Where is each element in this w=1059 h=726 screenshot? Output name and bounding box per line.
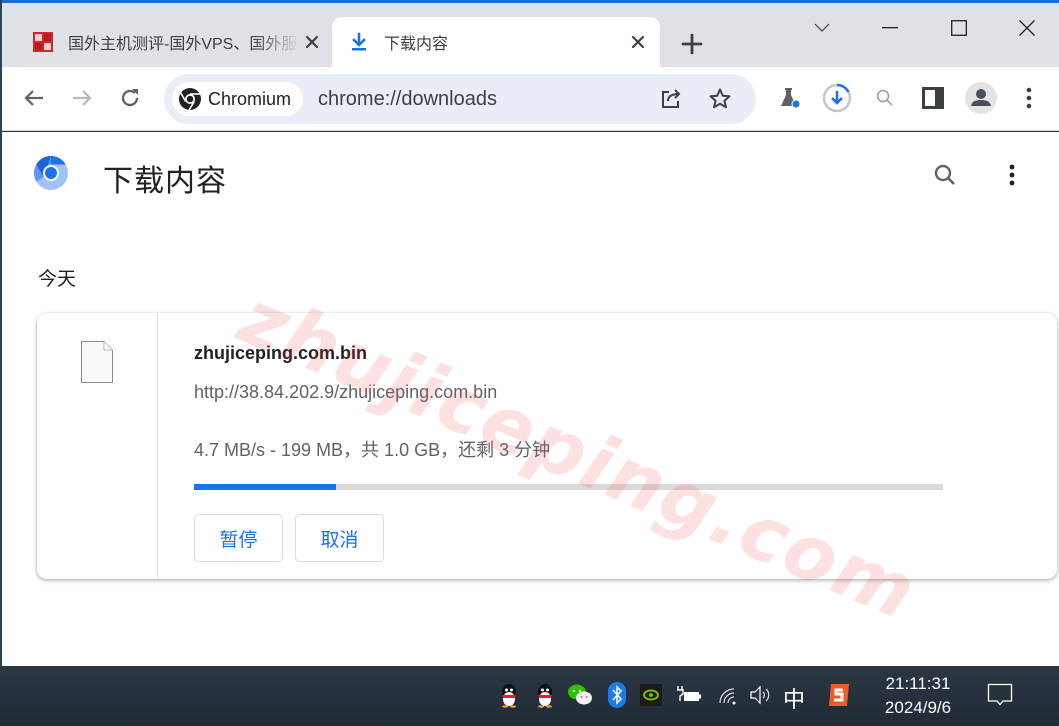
tab-title: 国外主机测评-国外VPS、国外服务器 xyxy=(68,36,300,53)
close-tab-icon[interactable] xyxy=(626,30,650,54)
battery-charging-icon[interactable] xyxy=(673,680,703,710)
system-clock[interactable]: 21:11:31 2024/9/6 xyxy=(876,672,960,720)
wifi-icon[interactable] xyxy=(713,680,743,710)
labs-button[interactable] xyxy=(772,81,806,115)
cancel-button[interactable]: 取消 xyxy=(295,514,384,562)
pause-button[interactable]: 暂停 xyxy=(194,514,283,562)
back-icon xyxy=(24,90,43,106)
forward-icon xyxy=(73,90,92,106)
side-panel-icon xyxy=(922,87,944,109)
downloads-menu-button[interactable] xyxy=(996,158,1028,192)
downloads-page: 下载内容 今天 zhujiceping.com.bin http://38.84… xyxy=(0,132,1059,666)
notification-icon xyxy=(987,683,1013,706)
download-item-card: zhujiceping.com.bin http://38.84.202.9/z… xyxy=(37,313,1057,579)
share-icon xyxy=(662,89,681,108)
bookmark-button[interactable] xyxy=(703,82,737,116)
search-downloads-button[interactable] xyxy=(928,158,962,192)
chevron-down-icon xyxy=(814,23,830,32)
share-button[interactable] xyxy=(654,82,688,116)
page-title: 下载内容 xyxy=(103,165,227,198)
profile-icon xyxy=(965,82,997,114)
ime-indicator[interactable]: 中 xyxy=(783,682,805,714)
clock-time: 21:11:31 xyxy=(885,674,951,693)
file-name-link[interactable]: zhujiceping.com.bin xyxy=(194,343,367,364)
plus-icon xyxy=(681,33,703,55)
file-source-url[interactable]: http://38.84.202.9/zhujiceping.com.bin xyxy=(194,382,497,403)
close-icon xyxy=(1019,20,1035,36)
window-left-edge xyxy=(0,0,2,666)
nvidia-icon[interactable] xyxy=(636,680,666,710)
chrome-menu-button[interactable] xyxy=(1012,81,1046,115)
tab-title: 下载内容 xyxy=(384,36,449,53)
new-tab-button[interactable] xyxy=(678,30,706,58)
zoom-button[interactable] xyxy=(868,81,902,115)
url-text[interactable]: chrome://downloads xyxy=(318,88,497,111)
volume-icon[interactable] xyxy=(746,680,776,710)
minimize-button[interactable] xyxy=(867,11,913,45)
clock-date: 2024/9/6 xyxy=(884,698,952,717)
download-progress-bar xyxy=(194,484,943,490)
wechat-icon[interactable] xyxy=(565,680,595,710)
download-status-text: 4.7 MB/s - 199 MB，共 1.0 GB，还剩 3 分钟 xyxy=(194,440,551,460)
reload-button[interactable] xyxy=(113,81,147,115)
qq-icon[interactable] xyxy=(530,680,560,710)
site-chip-label: Chromium xyxy=(208,88,292,109)
downloads-button[interactable] xyxy=(820,81,854,115)
file-icon xyxy=(81,341,113,383)
minimize-icon xyxy=(882,27,898,29)
sogou-icon[interactable] xyxy=(824,680,854,710)
tab-zhujiceping[interactable]: 国外主机测评-国外VPS、国外服务器 xyxy=(16,17,334,67)
address-bar[interactable]: Chromium chrome://downloads xyxy=(164,74,756,124)
download-progress-icon xyxy=(822,83,852,113)
forward-button[interactable] xyxy=(65,81,99,115)
tab-search-button[interactable] xyxy=(799,11,845,45)
zoom-icon xyxy=(876,89,893,106)
bookmark-star-icon xyxy=(709,88,731,109)
maximize-button[interactable] xyxy=(936,11,982,45)
card-divider xyxy=(157,313,158,579)
bluetooth-icon[interactable] xyxy=(602,680,632,710)
side-panel-button[interactable] xyxy=(916,81,950,115)
chromium-logo-icon xyxy=(179,88,201,111)
close-window-button[interactable] xyxy=(1004,11,1050,45)
download-progress-fill xyxy=(194,484,337,490)
tab-strip: 国外主机测评-国外VPS、国外服务器 下载内容 xyxy=(0,3,1059,67)
date-section-label: 今天 xyxy=(38,269,77,290)
download-icon xyxy=(348,31,370,53)
notification-center-button[interactable] xyxy=(985,680,1015,710)
reload-icon xyxy=(121,89,139,107)
browser-toolbar: Chromium chrome://downloads xyxy=(0,67,1059,131)
site-chip[interactable]: Chromium xyxy=(172,82,304,116)
windows-taskbar: 中 21:11:31 2024/9/6 xyxy=(0,666,1059,726)
tab-downloads[interactable]: 下载内容 xyxy=(332,17,660,67)
chromium-logo-icon xyxy=(34,156,68,190)
labs-flask-icon xyxy=(781,88,801,109)
profile-button[interactable] xyxy=(964,81,998,115)
site-seal-icon xyxy=(32,31,54,53)
maximize-icon xyxy=(951,20,967,36)
menu-icon xyxy=(1026,87,1032,109)
qq-icon[interactable] xyxy=(494,680,524,710)
back-button[interactable] xyxy=(17,81,51,115)
search-icon xyxy=(934,164,955,185)
more-vert-icon xyxy=(1009,164,1015,186)
close-tab-icon[interactable] xyxy=(300,30,324,54)
